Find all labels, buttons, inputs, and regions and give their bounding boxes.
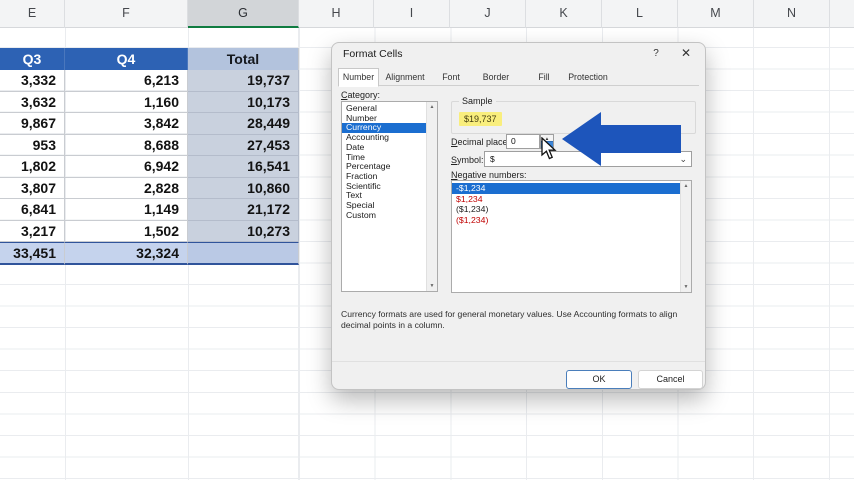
cell-G[interactable]: 27,453 <box>188 135 299 157</box>
table-header-total[interactable]: Total <box>188 48 299 70</box>
negative-option-selected[interactable]: -$1,234 <box>452 183 680 194</box>
arrow-shape <box>562 112 681 166</box>
cell-G[interactable]: 21,172 <box>188 199 299 221</box>
ok-button[interactable]: OK <box>566 370 632 389</box>
category-label: Category: <box>341 90 380 100</box>
mouse-cursor-icon <box>540 137 560 163</box>
scroll-down-icon[interactable]: ▼ <box>681 284 691 290</box>
cell-E[interactable]: 3,217 <box>0 221 65 243</box>
symbol-value: $ <box>490 154 495 164</box>
tab-protection[interactable]: Protection <box>563 69 613 85</box>
negative-option[interactable]: $1,234 <box>452 194 680 205</box>
cell-E[interactable]: 6,841 <box>0 199 65 221</box>
negative-option[interactable]: ($1,234) <box>452 215 680 226</box>
cell-total-q3[interactable]: 33,451 <box>0 242 65 265</box>
category-scrollbar[interactable]: ▲ ▼ <box>426 102 437 291</box>
decimal-places-input[interactable]: 0 <box>506 134 540 149</box>
sample-label: Sample <box>459 96 496 106</box>
tab-fill[interactable]: Fill <box>532 69 556 85</box>
negative-numbers-listbox: -$1,234 $1,234 ($1,234) ($1,234) ▲ ▼ <box>451 180 692 293</box>
scroll-down-icon[interactable]: ▼ <box>427 283 437 289</box>
column-header-M[interactable]: M <box>678 0 754 28</box>
negative-option[interactable]: ($1,234) <box>452 204 680 215</box>
tab-border[interactable]: Border <box>477 69 515 85</box>
table-header-q4[interactable]: Q4 <box>65 48 188 70</box>
cell-total-g[interactable] <box>188 242 299 265</box>
tab-font[interactable]: Font <box>436 69 466 85</box>
cell-G[interactable]: 10,173 <box>188 92 299 114</box>
column-header-E[interactable]: E <box>0 0 65 28</box>
tab-alignment[interactable]: Alignment <box>382 69 428 85</box>
negative-scrollbar[interactable]: ▲ ▼ <box>680 181 691 292</box>
column-header-L[interactable]: L <box>602 0 678 28</box>
sample-value: $19,737 <box>459 112 502 126</box>
cell-G[interactable]: 10,273 <box>188 221 299 243</box>
decimal-places-label: Decimal places: <box>451 137 515 147</box>
column-header-F[interactable]: F <box>65 0 188 28</box>
cell-E[interactable]: 3,332 <box>0 70 65 92</box>
tab-strip: Number Alignment Font Border Fill Protec… <box>338 68 699 86</box>
cell-F[interactable]: 1,502 <box>65 221 188 243</box>
cell-F[interactable]: 8,688 <box>65 135 188 157</box>
cell-E[interactable]: 3,807 <box>0 178 65 200</box>
cell-E[interactable]: 1,802 <box>0 156 65 178</box>
highlight-arrow <box>558 105 686 175</box>
scroll-up-icon[interactable]: ▲ <box>427 104 437 110</box>
category-listbox: General Number Currency Accounting Date … <box>341 101 438 292</box>
negative-numbers-label: Negative numbers: <box>451 170 527 180</box>
format-cells-dialog: Format Cells ? ✕ Number Alignment Font B… <box>331 42 706 390</box>
cell-F[interactable]: 1,160 <box>65 92 188 114</box>
cell-F[interactable]: 6,213 <box>65 70 188 92</box>
cell-F[interactable]: 6,942 <box>65 156 188 178</box>
cell-F[interactable]: 1,149 <box>65 199 188 221</box>
column-header-G[interactable]: G <box>188 0 299 28</box>
cell-total-q4[interactable]: 32,324 <box>65 242 188 265</box>
table-header-q3[interactable]: Q3 <box>0 48 65 70</box>
column-header-J[interactable]: J <box>450 0 526 28</box>
scroll-up-icon[interactable]: ▲ <box>681 183 691 189</box>
cell-F[interactable]: 2,828 <box>65 178 188 200</box>
help-icon[interactable]: ? <box>650 48 662 59</box>
cell-E[interactable]: 9,867 <box>0 113 65 135</box>
cell-E[interactable]: 3,632 <box>0 92 65 114</box>
cell-E[interactable]: 953 <box>0 135 65 157</box>
category-description: Currency formats are used for general mo… <box>341 309 699 330</box>
tab-number[interactable]: Number <box>338 68 379 87</box>
column-header-K[interactable]: K <box>526 0 602 28</box>
column-header-strip: E F G H I J K L M N <box>0 0 854 28</box>
cell-G[interactable]: 28,449 <box>188 113 299 135</box>
cell-F[interactable]: 3,842 <box>65 113 188 135</box>
cancel-button[interactable]: Cancel <box>638 370 703 389</box>
dialog-title: Format Cells <box>343 48 403 60</box>
category-item[interactable]: Custom <box>342 211 426 221</box>
column-header-N[interactable]: N <box>754 0 830 28</box>
close-icon[interactable]: ✕ <box>679 46 693 60</box>
footer-divider <box>332 361 705 362</box>
cell-G[interactable]: 19,737 <box>188 70 299 92</box>
cell-G[interactable]: 10,860 <box>188 178 299 200</box>
symbol-label: Symbol: <box>451 155 484 165</box>
column-header-H[interactable]: H <box>299 0 374 28</box>
cell-G[interactable]: 16,541 <box>188 156 299 178</box>
column-header-I[interactable]: I <box>374 0 450 28</box>
